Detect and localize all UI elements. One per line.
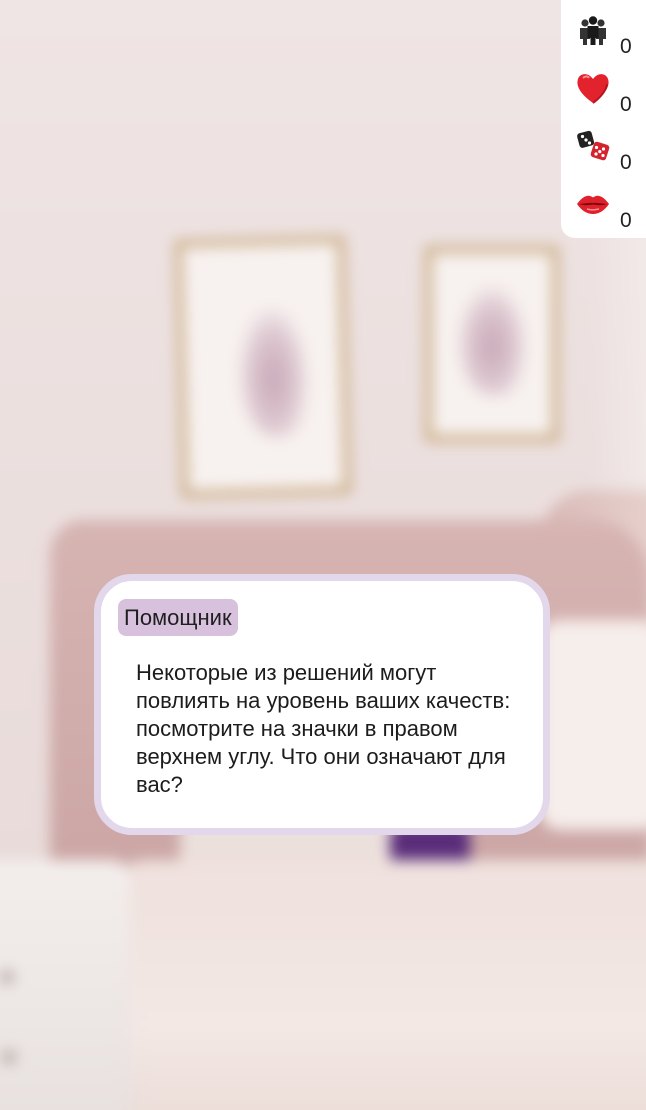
stat-heart-value: 0 bbox=[620, 93, 632, 116]
wall-picture-left bbox=[174, 235, 352, 499]
stat-dice: 0 bbox=[561, 116, 646, 174]
stat-heart: 0 bbox=[561, 58, 646, 116]
dialog-box[interactable]: Помощник Некоторые из решений могут повл… bbox=[94, 574, 550, 835]
heart-icon bbox=[577, 74, 609, 104]
lips-icon bbox=[577, 195, 609, 214]
stat-people-value: 0 bbox=[620, 35, 632, 58]
stats-panel: 0 0 0 0 bbox=[561, 0, 646, 238]
background-scene bbox=[0, 0, 646, 1110]
stat-lips-value: 0 bbox=[620, 209, 632, 232]
dice-icon bbox=[577, 130, 610, 161]
bedside-table bbox=[0, 860, 130, 1110]
dialog-text: Некоторые из решений могут повлиять на у… bbox=[136, 660, 511, 797]
stat-lips: 0 bbox=[561, 174, 646, 232]
wall-picture-right bbox=[425, 246, 559, 442]
people-icon bbox=[580, 16, 606, 45]
speaker-name: Помощник bbox=[118, 599, 238, 636]
bed bbox=[120, 860, 646, 1110]
stat-dice-value: 0 bbox=[620, 151, 632, 174]
stat-people: 0 bbox=[561, 0, 646, 58]
